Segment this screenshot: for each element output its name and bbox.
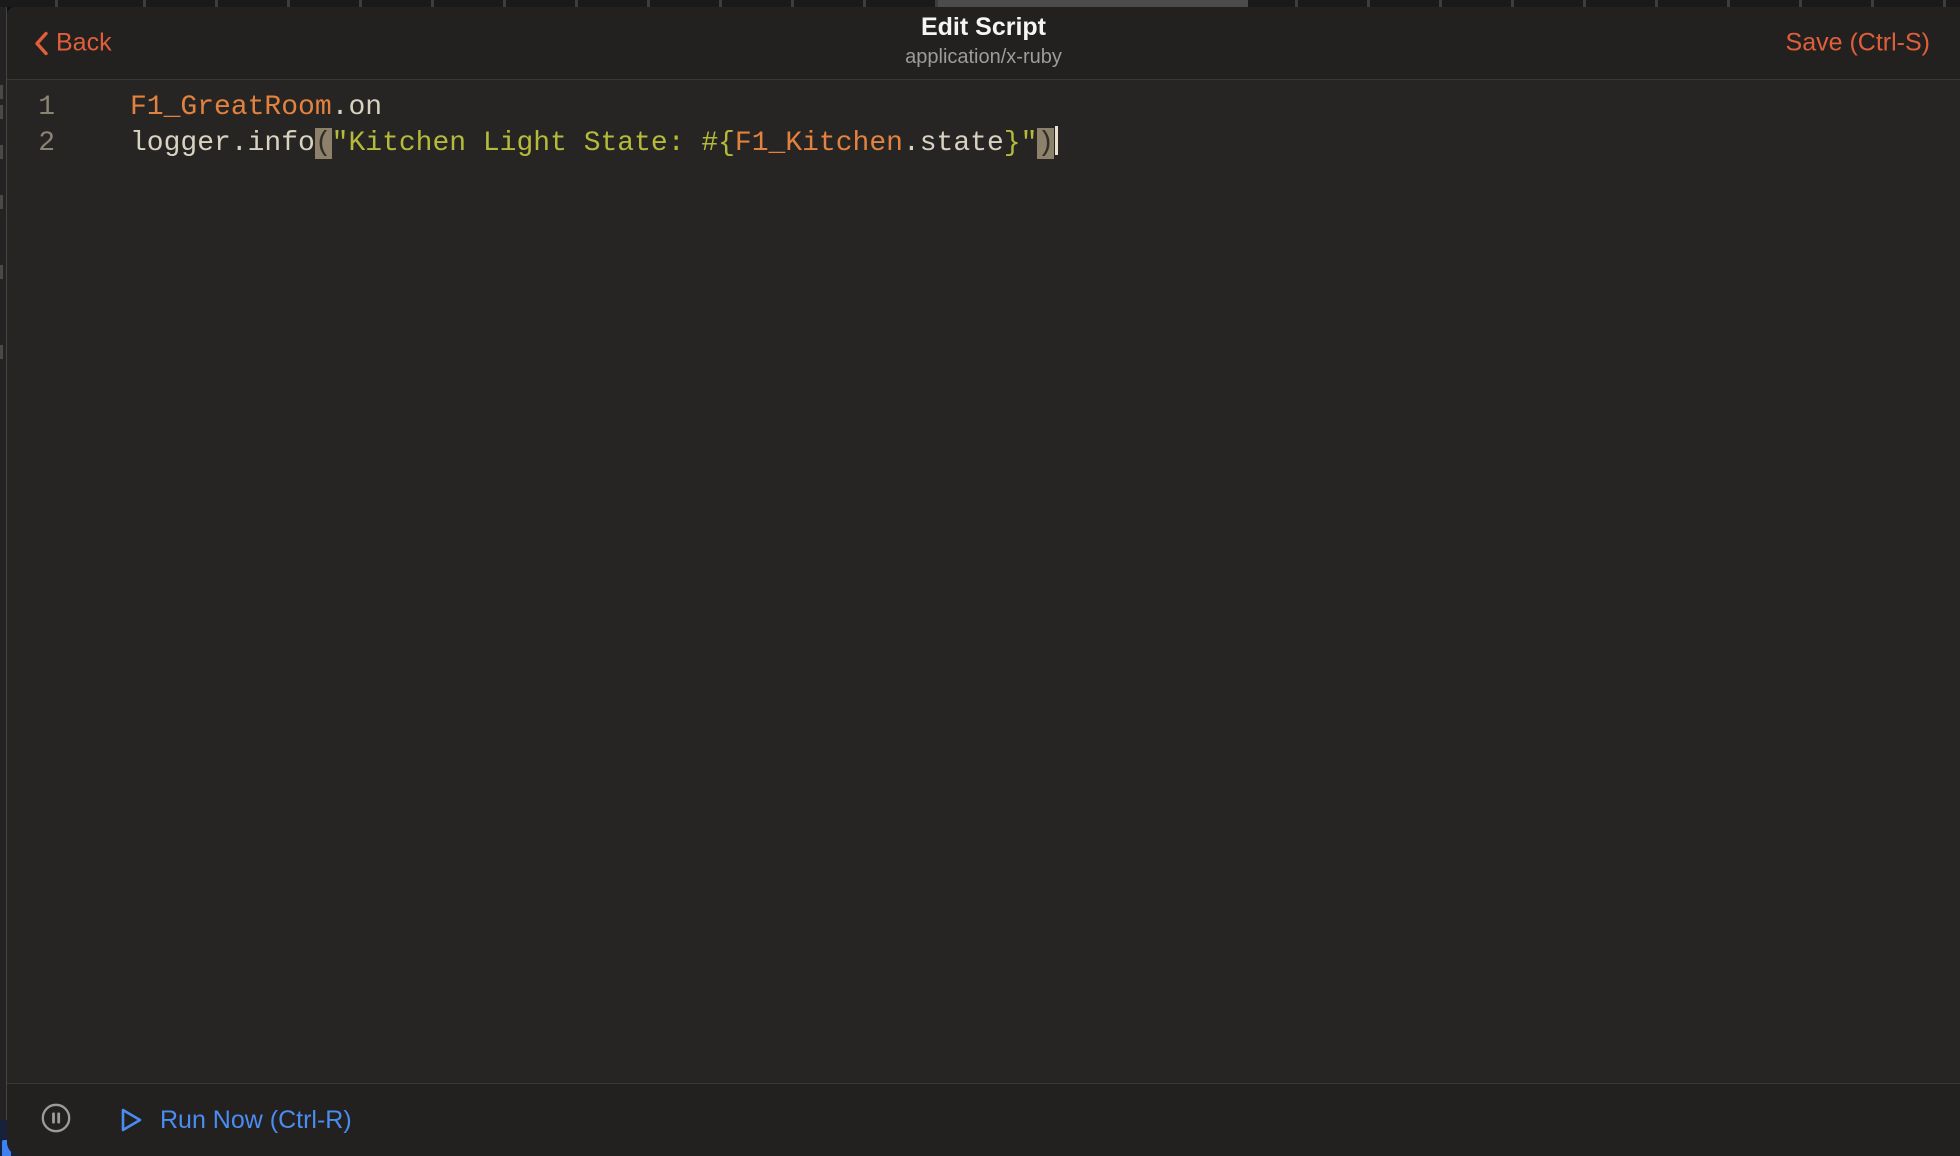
script-mime-type: application/x-ruby	[7, 45, 1960, 69]
code-line: 1 F1_GreatRoom.on	[7, 90, 1960, 126]
page-title: Edit Script	[7, 12, 1960, 42]
title-block: Edit Script application/x-ruby	[7, 12, 1960, 69]
run-now-label: Run Now (Ctrl-R)	[160, 1106, 352, 1135]
modal-header: Back Edit Script application/x-ruby Save…	[7, 7, 1960, 80]
code-token-string: "Kitchen Light State: #{	[332, 128, 735, 159]
code-token-bracket-match: (	[315, 128, 332, 159]
line-number: 1	[7, 90, 55, 126]
code-token-bracket-match: )	[1037, 128, 1054, 159]
edit-script-modal: Back Edit Script application/x-ruby Save…	[7, 7, 1960, 1156]
code-token-plain: .state	[903, 128, 1004, 159]
back-label: Back	[56, 29, 112, 58]
code-line: 2 logger.info("Kitchen Light State: #{F1_…	[7, 126, 1960, 162]
background-window-top-edge	[0, 0, 1960, 7]
code-token-plain: logger.info	[130, 128, 315, 159]
background-text-fragment	[0, 105, 3, 119]
code-line-content: F1_GreatRoom.on	[130, 90, 382, 126]
code-line-content: logger.info("Kitchen Light State: #{F1_K…	[130, 126, 1058, 162]
code-token-plain: .on	[332, 92, 382, 123]
code-token-variable: F1_Kitchen	[735, 128, 903, 159]
run-now-button[interactable]: Run Now (Ctrl-R)	[119, 1106, 352, 1135]
background-scrollbar-fragment	[938, 0, 1248, 7]
code-editor[interactable]: 1 F1_GreatRoom.on 2 logger.info("Kitchen Li…	[7, 80, 1960, 1083]
code-token-string: }"	[1004, 128, 1038, 159]
background-window-left-edge	[0, 7, 7, 1156]
pause-icon	[39, 1101, 73, 1140]
back-button[interactable]: Back	[33, 29, 112, 58]
text-cursor	[1055, 126, 1058, 155]
save-button[interactable]: Save (Ctrl-S)	[1786, 29, 1930, 58]
background-text-fragment	[0, 195, 3, 209]
background-text-fragment	[0, 345, 3, 359]
code-lines: 1 F1_GreatRoom.on 2 logger.info("Kitchen Li…	[7, 90, 1960, 162]
pause-button[interactable]	[39, 1103, 73, 1137]
play-icon	[119, 1106, 145, 1134]
background-text-fragment	[0, 145, 3, 159]
background-text-fragment	[0, 265, 3, 279]
chevron-left-icon	[33, 30, 49, 56]
background-text-fragment	[0, 85, 3, 99]
line-number: 2	[7, 126, 55, 162]
screen: Back Edit Script application/x-ruby Save…	[0, 0, 1960, 1156]
modal-footer: Run Now (Ctrl-R)	[7, 1083, 1960, 1156]
code-token-variable: F1_GreatRoom	[130, 92, 332, 123]
